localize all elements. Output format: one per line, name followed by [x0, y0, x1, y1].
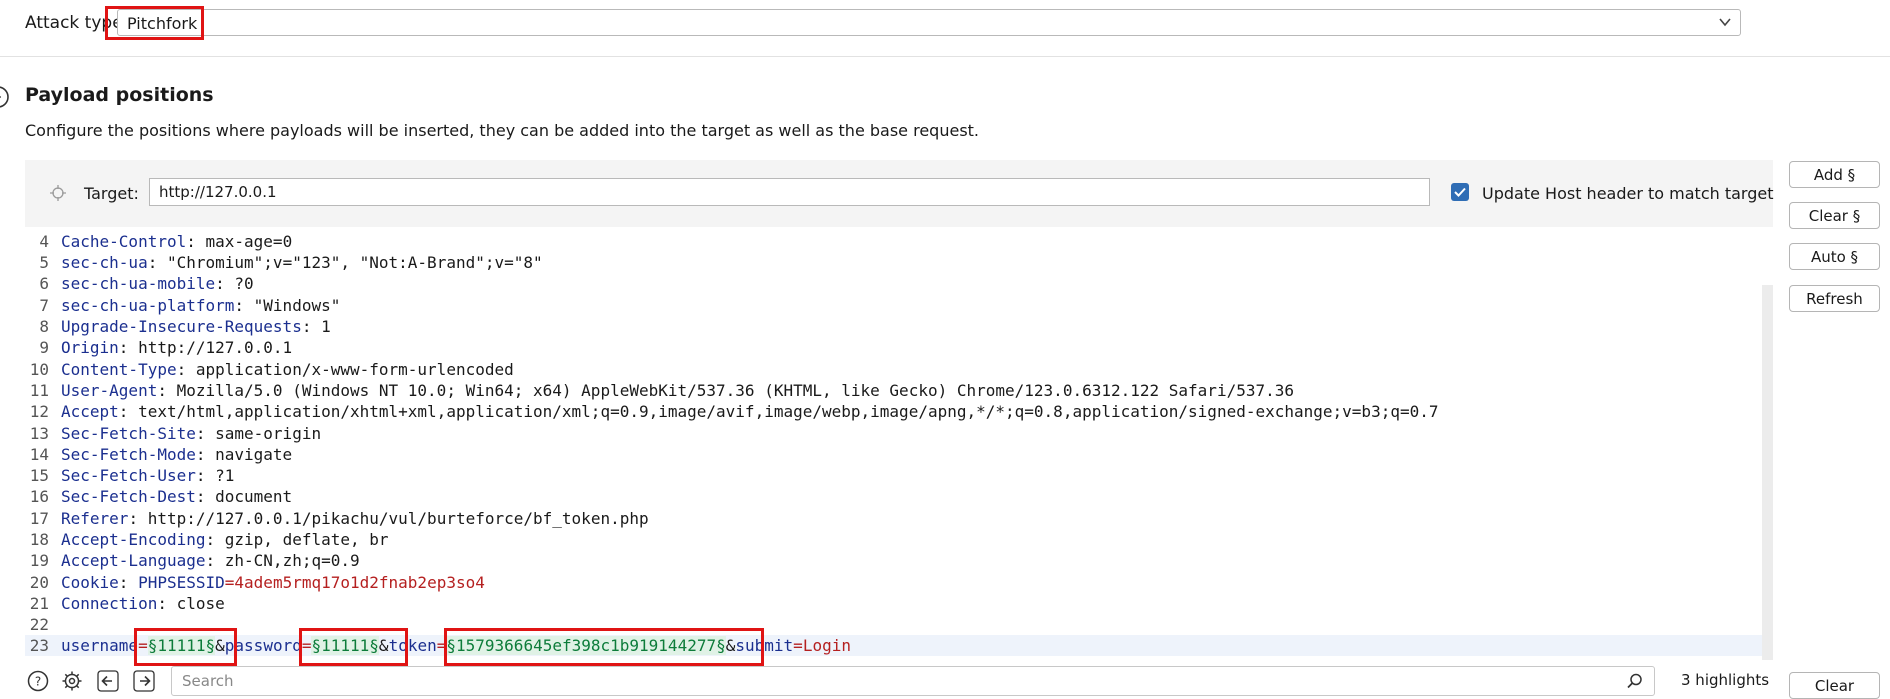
- gear-icon[interactable]: [61, 670, 83, 692]
- payload-highlight-1: [134, 628, 237, 666]
- request-line: 16 Sec-Fetch-Dest: document: [29, 487, 293, 506]
- request-line: 4 Cache-Control: max-age=0: [39, 232, 293, 251]
- attack-type-select[interactable]: [117, 9, 1741, 36]
- request-line: 8 Upgrade-Insecure-Requests: 1: [39, 317, 331, 336]
- request-line: 19 Accept-Language: zh-CN,zh;q=0.9: [29, 551, 360, 570]
- request-line-cookie: 20 Cookie: PHPSESSID=4adem5rmq17o1d2fnab2…: [29, 573, 485, 592]
- request-body-line: 23 username=§11111§&password=§11111§&toke…: [25, 635, 1762, 656]
- highlights-count: 3 highlights: [1681, 671, 1770, 689]
- clear-markers-button[interactable]: Clear §: [1789, 202, 1880, 229]
- arrow-right-icon[interactable]: [133, 670, 155, 692]
- collapse-section-icon[interactable]: [0, 85, 10, 109]
- request-line: 6 sec-ch-ua-mobile: ?0: [39, 274, 254, 293]
- request-line: 9 Origin: http://127.0.0.1: [39, 338, 293, 357]
- refresh-button[interactable]: Refresh: [1789, 285, 1880, 312]
- svg-text:?: ?: [35, 675, 41, 689]
- update-host-checkbox[interactable]: [1451, 183, 1469, 201]
- crosshair-icon: [50, 185, 66, 201]
- clear-search-button[interactable]: Clear: [1789, 672, 1880, 699]
- request-line: 5 sec-ch-ua: "Chromium";v="123", "Not:A-B…: [39, 253, 543, 272]
- request-line: 21 Connection: close: [29, 594, 225, 613]
- arrow-left-icon[interactable]: [97, 670, 119, 692]
- divider: [0, 56, 1890, 57]
- request-line: 11 User-Agent: Mozilla/5.0 (Windows NT 10…: [29, 381, 1294, 400]
- editor-scrollbar[interactable]: [1762, 285, 1773, 660]
- request-line: 7 sec-ch-ua-platform: "Windows": [39, 296, 341, 315]
- chevron-down-icon[interactable]: [1717, 14, 1733, 30]
- update-host-label: Update Host header to match target: [1482, 184, 1774, 203]
- request-line: 14 Sec-Fetch-Mode: navigate: [29, 445, 293, 464]
- search-input[interactable]: [171, 666, 1655, 696]
- request-line: 12 Accept: text/html,application/xhtml+xm…: [29, 402, 1439, 421]
- attack-type-highlight: [105, 6, 204, 40]
- request-line-empty: 22: [29, 615, 49, 634]
- auto-markers-button[interactable]: Auto §: [1789, 243, 1880, 270]
- request-line: 18 Accept-Encoding: gzip, deflate, br: [29, 530, 389, 549]
- target-input[interactable]: [149, 178, 1430, 206]
- target-label: Target:: [84, 184, 139, 203]
- add-marker-button[interactable]: Add §: [1789, 161, 1880, 188]
- checkmark-icon: [1454, 187, 1466, 197]
- payload-highlight-3: [444, 628, 764, 666]
- section-description: Configure the positions where payloads w…: [25, 121, 980, 140]
- request-line: 17 Referer: http://127.0.0.1/pikachu/vul/…: [29, 509, 649, 528]
- search-icon[interactable]: [1626, 672, 1644, 690]
- request-line: 10 Content-Type: application/x-www-form-u…: [29, 360, 514, 379]
- payload-highlight-2: [299, 628, 408, 666]
- request-line: 13 Sec-Fetch-Site: same-origin: [29, 424, 322, 443]
- section-title: Payload positions: [25, 84, 214, 106]
- help-icon[interactable]: ?: [27, 670, 49, 692]
- request-line: 15 Sec-Fetch-User: ?1: [29, 466, 235, 485]
